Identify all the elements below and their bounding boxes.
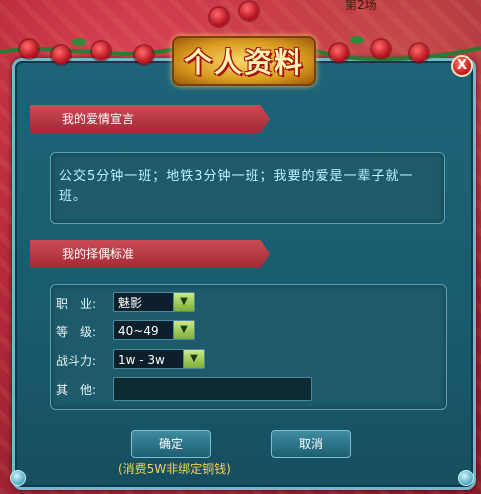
profession-select[interactable]: 魅影 ▼ [113, 292, 195, 312]
rose-icon [240, 2, 258, 20]
chevron-down-icon[interactable]: ▼ [183, 350, 204, 368]
leaf-icon [350, 36, 364, 44]
rose-icon [20, 40, 38, 58]
combat-power-select[interactable]: 1w - 3w ▼ [113, 349, 205, 369]
combat-power-value: 1w - 3w [118, 353, 165, 367]
cost-note: (消费5W非绑定铜钱) [118, 462, 231, 476]
level-select[interactable]: 40~49 ▼ [113, 320, 195, 340]
cancel-button[interactable]: 取消 [271, 430, 351, 458]
mate-criteria-header: 我的择偶标准 [30, 240, 270, 268]
chevron-down-icon[interactable]: ▼ [173, 321, 194, 339]
love-declaration-header: 我的爱情宣言 [30, 105, 270, 133]
love-declaration-text: 公交5分钟一班；地铁3分钟一班；我要的爱是一辈子就一班。 [59, 169, 414, 204]
rose-icon [410, 44, 428, 62]
other-label: 其 他: [56, 383, 97, 397]
leaf-icon [72, 38, 86, 46]
chevron-down-icon[interactable]: ▼ [173, 293, 194, 311]
profession-value: 魅影 [118, 296, 143, 310]
corner-orb-icon [458, 470, 474, 486]
corner-orb-icon [10, 470, 26, 486]
close-button[interactable]: X [451, 55, 473, 77]
close-icon: X [456, 58, 468, 73]
confirm-button[interactable]: 确定 [131, 430, 211, 458]
rose-icon [372, 40, 390, 58]
level-label: 等 级: [56, 325, 97, 339]
level-value: 40~49 [118, 324, 159, 338]
other-input[interactable] [113, 377, 312, 401]
love-declaration-box: 公交5分钟一班；地铁3分钟一班；我要的爱是一辈子就一班。 [50, 152, 445, 224]
window-title-badge: 个人资料 [172, 36, 316, 86]
combat-power-label: 战斗力: [56, 354, 97, 368]
window-title: 个人资料 [183, 46, 304, 79]
profession-label: 职 业: [56, 297, 97, 311]
rose-icon [330, 44, 348, 62]
rose-icon [52, 46, 70, 64]
rose-icon [92, 42, 110, 60]
rose-icon [135, 46, 153, 64]
rose-icon [210, 8, 228, 26]
